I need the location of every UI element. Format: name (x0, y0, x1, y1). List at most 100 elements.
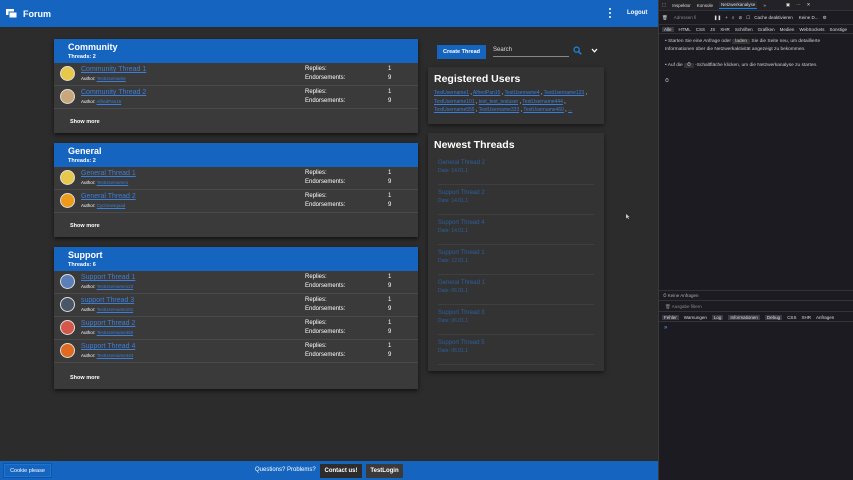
newest-thread-title[interactable]: Support Thread 3 (438, 310, 594, 316)
options-icon[interactable]: ⋯ (796, 2, 801, 8)
newest-thread-title[interactable]: Support Thread 2 (438, 190, 594, 196)
reload-key[interactable]: laden (732, 39, 751, 44)
console-filter-informationen[interactable]: Informationen (728, 314, 760, 320)
newest-thread-item[interactable]: Support Thread 1 Date: 12.01.1 (438, 245, 594, 275)
user-link[interactable]: TestUsername1 (434, 90, 469, 96)
user-link[interactable]: TestUsername333 (479, 107, 520, 113)
thread-link[interactable]: General Thread 2 (81, 193, 136, 200)
user-link[interactable]: AlfredPan15 (473, 90, 501, 96)
more-tabs-icon[interactable]: » (763, 3, 766, 8)
console-filter-debug[interactable]: Debug (764, 314, 783, 320)
thread-row: Support Thread 2 Author: TestUsername460… (54, 317, 418, 340)
user-link[interactable]: TestUsername101 (434, 99, 475, 105)
show-more-button[interactable]: Show more (70, 119, 100, 125)
thread-link[interactable]: Support Thread 4 (81, 343, 135, 350)
pick-element-icon[interactable]: ⬚ (662, 2, 666, 8)
type-filter-sonstige[interactable]: Sonstige (830, 27, 848, 32)
cache-checkbox[interactable]: ☐ (746, 15, 750, 21)
url-filter-input[interactable]: Adressen fi (674, 15, 714, 20)
thread-link[interactable]: Support Thread 1 (81, 274, 135, 281)
type-filter-alle[interactable]: Alle (662, 26, 674, 32)
more-menu-icon[interactable] (609, 8, 613, 20)
tab-inspector[interactable]: Inspektor (672, 3, 691, 8)
author-link[interactable]: AlfredPan15 (97, 99, 122, 104)
throttle-select[interactable]: Keine D... (799, 15, 819, 20)
search-input[interactable]: Search (493, 45, 569, 57)
show-more-button[interactable]: Show more (70, 223, 100, 229)
type-filter-grafiken[interactable]: Grafiken (758, 27, 775, 32)
close-devtools-icon[interactable]: ✕ (807, 2, 811, 8)
thread-link[interactable]: support Thread 3 (81, 297, 134, 304)
user-link[interactable]: TestUsername4 (505, 90, 540, 96)
user-link[interactable]: TestUsername123 (544, 90, 585, 96)
user-link[interactable]: test_test_testuser (479, 99, 518, 105)
author-link[interactable]: TestUsername444 (97, 353, 134, 358)
newest-thread-item[interactable]: Support Thread 5 Date: 06.01.1 (438, 335, 594, 365)
search-icon-devtools[interactable]: ⌕ (732, 15, 735, 20)
type-filter-css[interactable]: CSS (696, 27, 705, 32)
newest-thread-item[interactable]: Support Thread 4 Date: 14.01.1 (438, 215, 594, 245)
author-link[interactable]: TestUsername101 (97, 307, 134, 312)
author-link[interactable]: TestUsername460 (97, 330, 134, 335)
stopwatch-icon[interactable]: ⏱ (684, 63, 694, 68)
newest-thread-title[interactable]: Support Thread 5 (438, 340, 594, 346)
type-filter-html[interactable]: HTML (679, 27, 691, 32)
thread-link[interactable]: Community Thread 2 (81, 89, 146, 96)
newest-thread-title[interactable]: Support Thread 4 (438, 220, 594, 226)
thread-link[interactable]: General Thread 1 (81, 170, 136, 177)
newest-thread-title[interactable]: General Thread 1 (438, 280, 594, 286)
console-prompt[interactable]: » (664, 325, 667, 331)
type-filter-xhr[interactable]: XHR (720, 27, 730, 32)
console-filter-xhr[interactable]: XHR (801, 315, 811, 320)
tab-network[interactable]: Netzwerkanalyse (719, 1, 758, 9)
newest-thread-item[interactable]: Support Thread 2 Date: 14.01.1 (438, 185, 594, 215)
newest-thread-item[interactable]: General Thread 2 Date: 14.01.1 (438, 155, 594, 185)
newest-thread-item[interactable]: Support Thread 3 Date: 06.01.1 (438, 305, 594, 335)
plus-icon[interactable]: + (725, 15, 728, 20)
thread-link[interactable]: Community Thread 1 (81, 66, 146, 73)
logout-button[interactable]: Logout (627, 10, 647, 16)
block-icon[interactable]: ⊘ (738, 15, 742, 21)
pause-icon[interactable]: ❚❚ (714, 15, 722, 21)
tab-console[interactable]: Konsole (697, 3, 713, 8)
performance-icon[interactable]: ⏱ (659, 74, 853, 90)
settings-gear-icon[interactable]: ⚙ (823, 15, 827, 21)
chevron-down-icon[interactable] (591, 48, 598, 53)
author-link[interactable]: TestUsername1 (97, 180, 129, 185)
section-header[interactable]: Community Threads: 2 (54, 39, 418, 63)
newest-thread-title[interactable]: General Thread 2 (438, 160, 594, 166)
newest-thread-title[interactable]: Support Thread 1 (438, 250, 594, 256)
cookie-button[interactable]: Cookie please (4, 464, 51, 477)
console-filter-input[interactable]: Ausgabe filtern (672, 304, 702, 309)
user-link[interactable]: TestUsername555 (434, 107, 475, 113)
console-filter-anfragen[interactable]: Anfragen (816, 315, 834, 320)
user-link[interactable]: TestUsername460 (523, 107, 564, 113)
test-login-button[interactable]: TestLogin (366, 464, 403, 478)
console-filter-fehler[interactable]: Fehler (662, 314, 679, 320)
author-link[interactable]: TestUsername123 (97, 284, 134, 289)
author-link[interactable]: Cyclonesquad (97, 203, 126, 208)
user-link[interactable]: ... (568, 107, 572, 113)
console-trash-icon[interactable]: 🗑 (665, 304, 671, 309)
console-filter-css[interactable]: CSS (787, 315, 796, 320)
create-thread-button[interactable]: Create Thread (437, 45, 486, 59)
type-filter-js[interactable]: JS (710, 27, 715, 32)
type-filter-websockets[interactable]: WebSockets (799, 27, 824, 32)
section-header[interactable]: General Threads: 2 (54, 143, 418, 167)
newest-thread-item[interactable]: General Thread 1 Date: 06.01.1 (438, 275, 594, 305)
contact-button[interactable]: Contact us! (320, 464, 362, 478)
search-icon[interactable] (573, 46, 582, 55)
thread-link[interactable]: Support Thread 2 (81, 320, 135, 327)
type-filter-medien[interactable]: Medien (780, 27, 795, 32)
console-filter-log[interactable]: Log (711, 314, 724, 320)
trash-icon[interactable]: 🗑 (662, 15, 668, 21)
registered-users-panel: Registered Users TestUsername1 , AlfredP… (428, 67, 604, 124)
author-link[interactable]: TestUsername (97, 76, 126, 81)
section-header[interactable]: Support Threads: 6 (54, 247, 418, 271)
show-more-button[interactable]: Show more (70, 375, 100, 381)
type-filter-schriften[interactable]: Schriften (735, 27, 753, 32)
user-link[interactable]: TestUsername444 (522, 99, 563, 105)
forum-logo[interactable]: Forum (6, 8, 51, 19)
dock-icon[interactable]: ▣ (786, 2, 790, 8)
console-filter-warnungen[interactable]: Warnungen (684, 315, 707, 320)
